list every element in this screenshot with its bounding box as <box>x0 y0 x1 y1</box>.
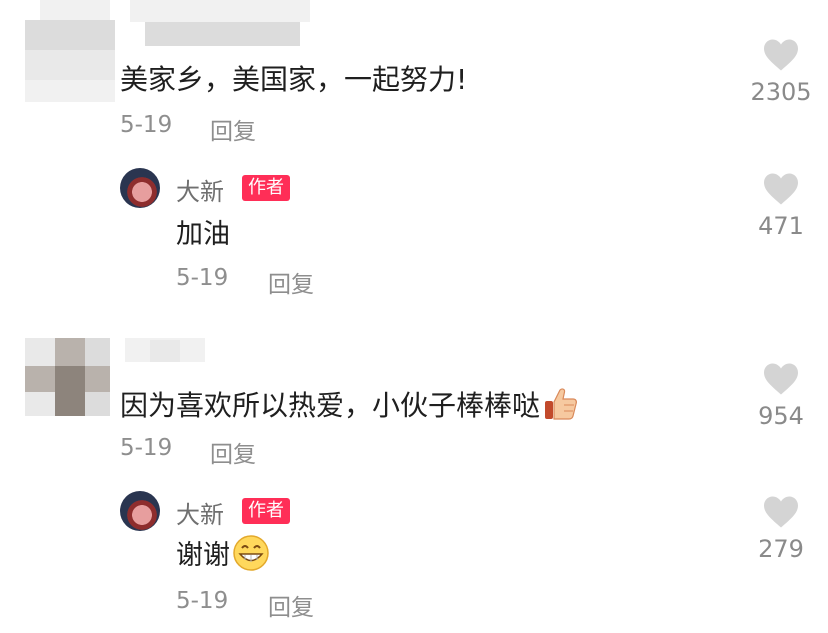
heart-icon <box>764 173 798 205</box>
author-avatar[interactable] <box>120 491 160 531</box>
grin-emoji <box>232 534 270 579</box>
heart-icon <box>764 496 798 528</box>
reply-button[interactable]: 回复 <box>210 435 256 469</box>
comment-text: 美家乡，美国家，一起努力! <box>120 63 468 96</box>
comment-text: 因为喜欢所以热爱，小伙子棒棒哒 <box>120 384 579 429</box>
reply-date: 5-19 <box>176 588 229 614</box>
like-count: 2305 <box>750 78 812 106</box>
heart-icon <box>764 39 798 71</box>
reply-button[interactable]: 回复 <box>268 588 314 622</box>
reply-date: 5-19 <box>176 265 229 291</box>
author-badge: 作者 <box>242 175 290 201</box>
author-avatar[interactable] <box>120 168 160 208</box>
like-button[interactable]: 2305 <box>741 38 821 106</box>
like-button[interactable]: 279 <box>741 495 821 563</box>
thumbs-up-emoji <box>543 386 579 429</box>
like-count: 471 <box>758 212 804 240</box>
like-button[interactable]: 471 <box>741 172 821 240</box>
comment-date: 5-19 <box>120 435 173 461</box>
like-count: 279 <box>758 535 804 563</box>
heart-icon <box>764 363 798 395</box>
comment-date: 5-19 <box>120 112 173 138</box>
reply-text: 谢谢 <box>176 533 270 579</box>
reply-text-body: 谢谢 <box>176 540 230 571</box>
author-badge: 作者 <box>242 498 290 524</box>
author-name[interactable]: 大新 <box>176 495 224 530</box>
comment-text-body: 因为喜欢所以热爱，小伙子棒棒哒 <box>120 389 541 422</box>
like-button[interactable]: 954 <box>741 362 821 430</box>
reply-button[interactable]: 回复 <box>268 265 314 299</box>
reply-button[interactable]: 回复 <box>210 112 256 146</box>
like-count: 954 <box>758 402 804 430</box>
reply-text: 加油 <box>176 219 230 250</box>
author-name[interactable]: 大新 <box>176 172 224 207</box>
